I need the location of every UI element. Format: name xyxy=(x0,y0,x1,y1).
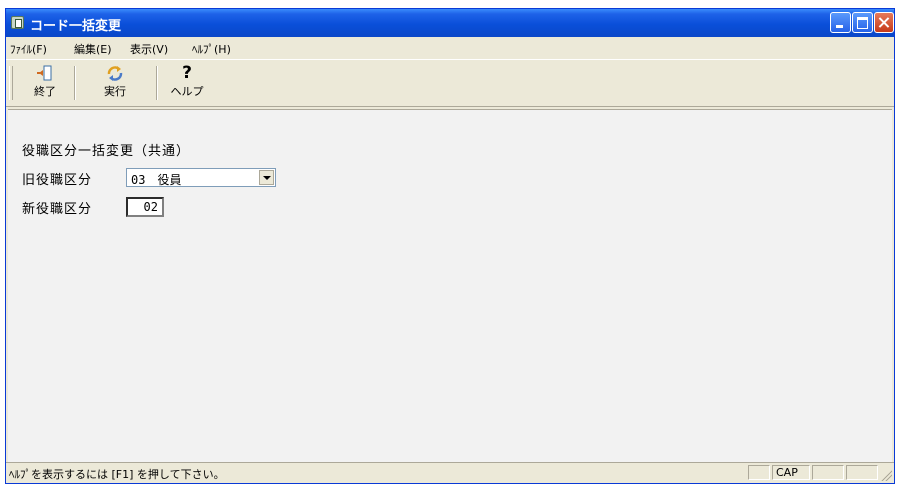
help-label: ヘルプ xyxy=(170,85,204,98)
new-position-label: 新役職区分 xyxy=(22,202,93,217)
status-text: ﾍﾙﾌﾟを表示するには [F1] を押して下さい。 xyxy=(9,468,225,481)
exit-button[interactable]: 終了 xyxy=(20,64,70,102)
dropdown-arrow-icon[interactable] xyxy=(259,170,274,185)
toolbar: 終了 実行 ? ヘルプ xyxy=(6,59,894,107)
toolbar-separator xyxy=(156,66,158,100)
window-title: コード一括変更 xyxy=(30,19,122,34)
run-arrows-icon xyxy=(90,64,140,82)
old-position-select[interactable]: 03 役員 xyxy=(126,168,276,187)
status-panel-num xyxy=(812,465,844,480)
app-icon xyxy=(11,16,24,29)
run-label: 実行 xyxy=(104,85,126,98)
minimize-button[interactable] xyxy=(830,12,851,33)
resize-grip-icon[interactable] xyxy=(880,469,892,481)
status-panel-cap: CAP xyxy=(772,465,810,480)
maximize-button[interactable] xyxy=(852,12,873,33)
old-position-value: 03 役員 xyxy=(131,173,182,187)
run-button[interactable]: 実行 xyxy=(90,64,140,102)
close-button[interactable] xyxy=(874,12,894,33)
exit-door-icon xyxy=(20,64,70,82)
title-bar[interactable]: コード一括変更 xyxy=(6,9,894,37)
help-button[interactable]: ? ヘルプ xyxy=(162,64,212,102)
menu-help[interactable]: ﾍﾙﾌﾟ(H) xyxy=(192,41,231,57)
form-heading: 役職区分一括変更（共通） xyxy=(22,144,191,159)
form-area: 役職区分一括変更（共通） 旧役職区分 03 役員 新役職区分 02 xyxy=(8,109,892,464)
status-panel-empty xyxy=(748,465,770,480)
new-position-value: 02 xyxy=(143,200,158,214)
status-bar: ﾍﾙﾌﾟを表示するには [F1] を押して下さい。 CAP xyxy=(6,462,894,483)
toolbar-grip xyxy=(9,66,13,100)
menu-view[interactable]: 表示(V) xyxy=(130,41,168,57)
menu-file[interactable]: ﾌｧｲﾙ(F) xyxy=(10,41,47,57)
toolbar-separator xyxy=(74,66,76,100)
menu-bar: ﾌｧｲﾙ(F) 編集(E) 表示(V) ﾍﾙﾌﾟ(H) xyxy=(6,38,894,58)
status-panel-scrl xyxy=(846,465,878,480)
new-position-input[interactable]: 02 xyxy=(126,197,164,217)
main-window: コード一括変更 ﾌｧｲﾙ(F) 編集(E) 表示(V) ﾍﾙﾌﾟ(H) 終了 実… xyxy=(5,8,895,484)
question-mark-icon: ? xyxy=(182,63,192,83)
menu-edit[interactable]: 編集(E) xyxy=(74,41,112,57)
exit-label: 終了 xyxy=(34,85,56,98)
old-position-label: 旧役職区分 xyxy=(22,173,93,188)
